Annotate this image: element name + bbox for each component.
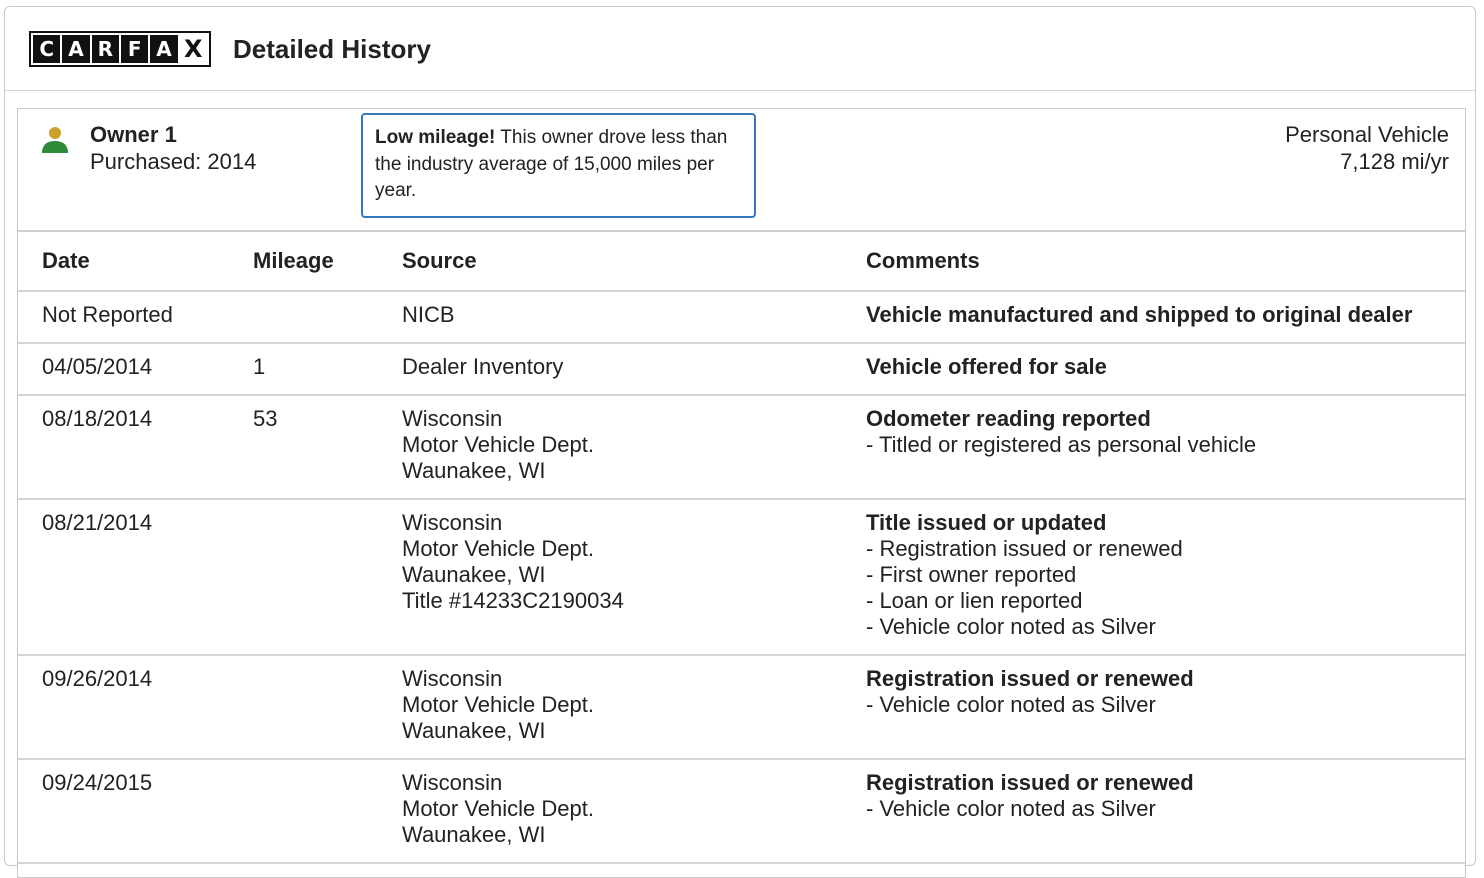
source-line: Wisconsin (402, 510, 503, 535)
cell-source: Dealer Inventory (386, 343, 850, 396)
cell-date: 08/21/2014 (18, 499, 241, 656)
cell-comments: Vehicle offered for sale (850, 343, 1465, 396)
source-line: Waunakee, WI (402, 458, 546, 483)
source-line: Motor Vehicle Dept. (402, 536, 594, 561)
comment-title: Vehicle offered for sale (866, 354, 1107, 379)
comment-detail: - Titled or registered as personal vehic… (866, 432, 1257, 457)
source-line: Motor Vehicle Dept. (402, 796, 594, 821)
history-table: Date Mileage Source Comments Not Reporte… (18, 232, 1465, 864)
column-header-source: Source (386, 232, 850, 292)
logo-letter: F (120, 35, 149, 63)
cell-source: Wisconsin Motor Vehicle Dept. Waunakee, WI (386, 395, 850, 500)
vehicle-type: Personal Vehicle (1285, 122, 1449, 147)
comment-title: Registration issued or renewed (866, 770, 1194, 795)
low-mileage-notice: Low mileage! This owner drove less than … (361, 113, 756, 218)
table-header-row: Date Mileage Source Comments (18, 232, 1465, 292)
source-line: Motor Vehicle Dept. (402, 692, 594, 717)
cell-mileage: 1 (241, 343, 386, 396)
comment-detail: - First owner reported (866, 562, 1077, 587)
comment-title: Vehicle manufactured and shipped to orig… (866, 302, 1413, 327)
report-header: C A R F A X Detailed History (5, 7, 1475, 91)
cell-comments: Vehicle manufactured and shipped to orig… (850, 291, 1465, 344)
comment-detail: - Loan or lien reported (866, 588, 1083, 613)
cell-comments: Registration issued or renewed - Vehicle … (850, 655, 1465, 760)
logo-letter: X (179, 35, 207, 63)
comment-detail: - Registration issued or renewed (866, 536, 1183, 561)
source-line: Title #14233C2190034 (402, 588, 624, 613)
cell-source: Wisconsin Motor Vehicle Dept. Waunakee, WI (386, 759, 850, 864)
owner-name: Owner 1 (90, 122, 177, 147)
cell-mileage (241, 759, 386, 864)
source-line: NICB (402, 302, 455, 327)
logo-letter: C (33, 35, 61, 63)
source-line: Waunakee, WI (402, 822, 546, 847)
logo-letter: A (62, 35, 90, 63)
cell-date: 04/05/2014 (18, 343, 241, 396)
carfax-logo: C A R F A X (29, 31, 211, 67)
logo-letter: R (91, 35, 119, 63)
logo-letter: A (150, 35, 178, 63)
table-row: 08/21/2014 Wisconsin Motor Vehicle Dept. Wa… (18, 499, 1465, 656)
cell-mileage (241, 655, 386, 760)
cell-mileage: 53 (241, 395, 386, 500)
cell-mileage (241, 291, 386, 344)
cell-comments: Odometer reading reported - Titled or reg… (850, 395, 1465, 500)
table-row: 08/18/2014 53 Wisconsin Motor Vehicle Dept.… (18, 395, 1465, 500)
notice-bold: Low mileage! (375, 127, 496, 148)
source-line: Waunakee, WI (402, 562, 546, 587)
owner-purchased: Purchased: 2014 (90, 149, 257, 174)
column-header-date: Date (18, 232, 241, 292)
table-row: 09/26/2014 Wisconsin Motor Vehicle Dept. Wa… (18, 655, 1465, 760)
cell-date: 08/18/2014 (18, 395, 241, 500)
report-container: C A R F A X Detailed History Owner 1 Pur… (4, 6, 1476, 878)
cell-source: Wisconsin Motor Vehicle Dept. Waunakee, WI (386, 655, 850, 760)
source-line: Motor Vehicle Dept. (402, 432, 594, 457)
cell-comments: Title issued or updated - Registration is… (850, 499, 1465, 656)
source-line: Wisconsin (402, 666, 503, 691)
comment-detail: - Vehicle color noted as Silver (866, 796, 1156, 821)
cell-comments: Registration issued or renewed - Vehicle … (850, 759, 1465, 864)
table-row: 09/24/2015 Wisconsin Motor Vehicle Dept. Wa… (18, 759, 1465, 864)
cell-date: Not Reported (18, 291, 241, 344)
comment-title: Registration issued or renewed (866, 666, 1194, 691)
comment-title: Title issued or updated (866, 510, 1107, 535)
comment-title: Odometer reading reported (866, 406, 1151, 431)
mileage-rate: 7,128 mi/yr (1340, 149, 1449, 174)
comment-detail: - Vehicle color noted as Silver (866, 614, 1156, 639)
source-line: Wisconsin (402, 770, 503, 795)
cell-mileage (241, 499, 386, 656)
owner-summary: Owner 1 Purchased: 2014 Low mileage! Thi… (18, 109, 1465, 232)
column-header-comments: Comments (850, 232, 1465, 292)
source-line: Waunakee, WI (402, 718, 546, 743)
cell-source: NICB (386, 291, 850, 344)
cell-date: 09/26/2014 (18, 655, 241, 760)
table-row: Not Reported NICB Vehicle manufactured and… (18, 291, 1465, 344)
owner-history-card: Owner 1 Purchased: 2014 Low mileage! Thi… (17, 108, 1466, 878)
source-line: Dealer Inventory (402, 354, 564, 379)
cell-date: 09/24/2015 (18, 759, 241, 864)
person-icon (42, 127, 68, 153)
table-row: 04/05/2014 1 Dealer Inventory Vehicle offer… (18, 343, 1465, 396)
page-title: Detailed History (233, 34, 431, 64)
source-line: Wisconsin (402, 406, 503, 431)
column-header-mileage: Mileage (241, 232, 386, 292)
comment-detail: - Vehicle color noted as Silver (866, 692, 1156, 717)
cell-source: Wisconsin Motor Vehicle Dept. Waunakee, WI… (386, 499, 850, 656)
